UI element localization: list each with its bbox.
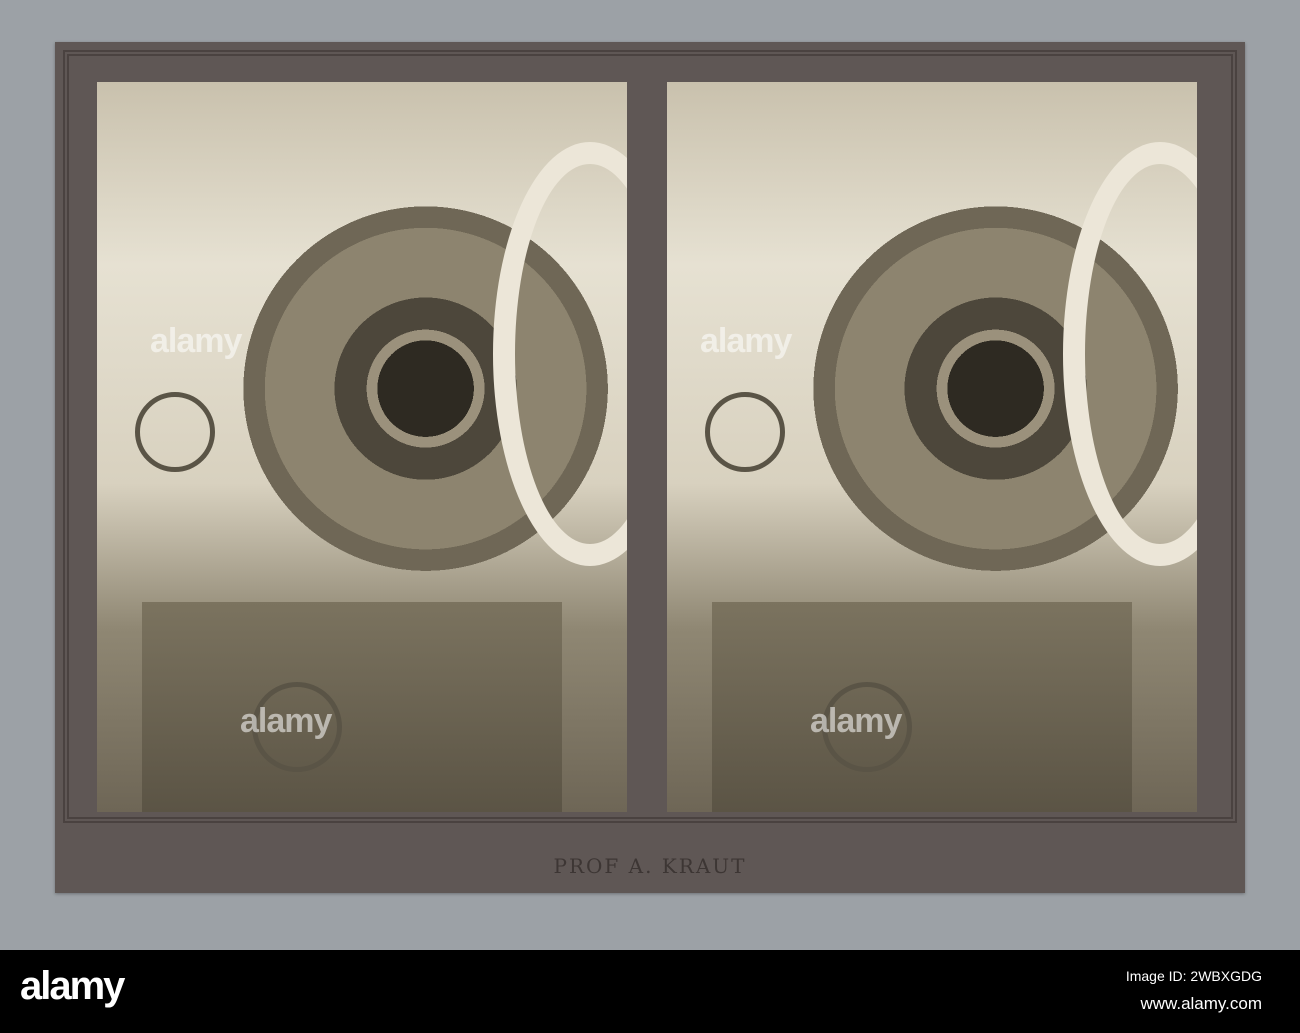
- watermark: alamy: [810, 702, 902, 740]
- stereo-card: PROF A. KRAUT: [55, 42, 1245, 893]
- stereo-photo-left: [97, 82, 627, 812]
- image-id: Image ID: 2WBXGDG: [1125, 968, 1262, 984]
- alamy-logo: alamy: [20, 964, 125, 1008]
- flywheel: [1063, 142, 1197, 566]
- lathe-base: [712, 602, 1132, 812]
- flywheel: [493, 142, 627, 566]
- site-url[interactable]: www.alamy.com: [1140, 994, 1262, 1014]
- lathe-base: [142, 602, 562, 812]
- watermark: alamy: [150, 322, 242, 360]
- stereo-photo-right: [667, 82, 1197, 812]
- handwheel: [135, 392, 215, 472]
- handwheel: [705, 392, 785, 472]
- watermark: alamy: [240, 702, 332, 740]
- photographer-imprint: PROF A. KRAUT: [553, 854, 747, 878]
- footer-bar: alamy Image ID: 2WBXGDG www.alamy.com: [0, 950, 1300, 1033]
- watermark: alamy: [700, 322, 792, 360]
